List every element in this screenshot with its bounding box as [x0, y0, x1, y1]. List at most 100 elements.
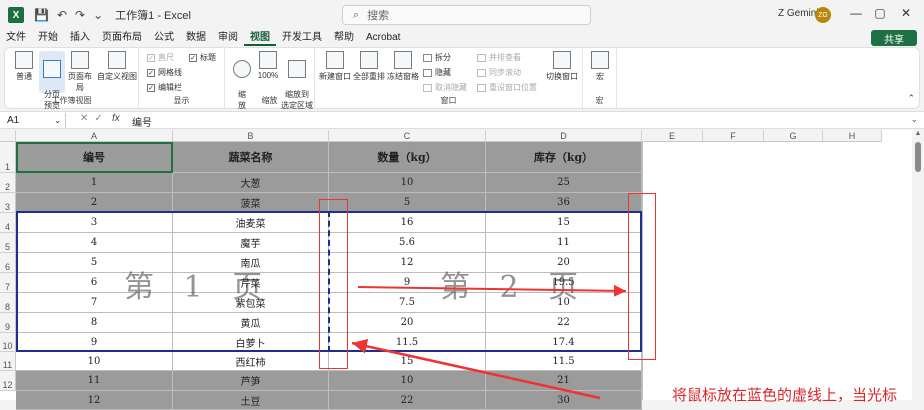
header-cell[interactable]: 库存（kg）: [486, 142, 642, 173]
column-header-f[interactable]: F: [703, 130, 764, 142]
header-cell[interactable]: 蔬菜名称: [173, 142, 329, 173]
chevron-down-icon[interactable]: ⌄: [54, 113, 61, 128]
tab-review[interactable]: 审阅: [212, 30, 244, 46]
table-cell[interactable]: 芦笋: [173, 371, 329, 391]
table-cell[interactable]: 15: [486, 213, 642, 233]
page-layout-view-button[interactable]: 页面布局: [65, 51, 95, 93]
reset-window-position-button[interactable]: 重设窗口位置: [477, 82, 537, 93]
tab-home[interactable]: 开始: [32, 30, 64, 46]
redo-icon[interactable]: ↷: [75, 8, 85, 22]
table-cell[interactable]: 20: [486, 253, 642, 273]
table-cell[interactable]: 10: [329, 371, 486, 391]
side-by-side-button[interactable]: 并排查看: [477, 52, 521, 63]
collapse-ribbon-icon[interactable]: ⌃: [907, 93, 915, 104]
share-button[interactable]: 共享: [871, 30, 917, 46]
table-cell[interactable]: 白萝卜: [173, 333, 329, 352]
row-header-5[interactable]: 5: [0, 233, 16, 253]
table-cell[interactable]: 11: [486, 233, 642, 253]
table-cell[interactable]: 10: [16, 352, 173, 371]
page-break-preview-button[interactable]: 分页 预览: [39, 51, 65, 110]
table-cell[interactable]: 22: [329, 391, 486, 410]
table-cell[interactable]: 36: [486, 193, 642, 213]
zoom-100-button[interactable]: 100%: [255, 51, 281, 80]
table-cell[interactable]: 22: [486, 313, 642, 333]
header-cell[interactable]: 编号: [16, 142, 173, 173]
search-box[interactable]: ⌕ 搜索: [342, 5, 591, 25]
column-header-d[interactable]: D: [486, 130, 642, 142]
table-cell[interactable]: 大葱: [173, 173, 329, 193]
switch-windows-button[interactable]: 切换窗口: [545, 51, 579, 82]
table-cell[interactable]: 菠菜: [173, 193, 329, 213]
normal-view-button[interactable]: 普通: [11, 51, 37, 82]
header-cell[interactable]: 数量（kg）: [329, 142, 486, 173]
custom-views-button[interactable]: 自定义视图: [97, 51, 137, 82]
formula-input[interactable]: 编号: [132, 114, 152, 129]
column-header-g[interactable]: G: [764, 130, 823, 142]
empty-sheet-area[interactable]: [642, 142, 912, 400]
table-cell[interactable]: 8: [16, 313, 173, 333]
tab-help[interactable]: 帮助: [328, 30, 360, 46]
table-cell[interactable]: 黄瓜: [173, 313, 329, 333]
table-cell[interactable]: 5: [16, 253, 173, 273]
formula-bar-checkbox[interactable]: ✓ 编辑栏: [147, 82, 182, 93]
table-cell[interactable]: 1: [16, 173, 173, 193]
table-cell[interactable]: 5: [329, 193, 486, 213]
row-header-2[interactable]: 2: [0, 173, 16, 193]
minimize-button[interactable]: —: [846, 6, 866, 20]
user-name[interactable]: Z Gemini: [778, 8, 819, 19]
cancel-icon[interactable]: ✕: [80, 113, 94, 124]
scroll-up-icon[interactable]: ▲: [912, 130, 924, 137]
worksheet-grid[interactable]: ABCDEFGH 1 2 3 4 5 6 7 8 9 10 11 12 编号 蔬菜名称 数量（kg） 库存（…: [0, 130, 924, 410]
tab-formulas[interactable]: 公式: [148, 30, 180, 46]
row-header-11[interactable]: 11: [0, 352, 16, 371]
hide-button[interactable]: 隐藏: [423, 67, 451, 78]
table-cell[interactable]: 西红柿: [173, 352, 329, 371]
table-cell[interactable]: 21: [486, 371, 642, 391]
undo-icon[interactable]: ↶: [57, 8, 67, 22]
table-cell[interactable]: 魔芋: [173, 233, 329, 253]
insert-function-button[interactable]: fx: [112, 113, 120, 124]
table-cell[interactable]: 2: [16, 193, 173, 213]
tab-file[interactable]: 文件: [0, 30, 32, 46]
row-header-6[interactable]: 6: [0, 253, 16, 273]
table-cell[interactable]: 油麦菜: [173, 213, 329, 233]
table-cell[interactable]: 5.6: [329, 233, 486, 253]
restore-button[interactable]: ▢: [870, 6, 890, 20]
arrange-all-button[interactable]: 全部重排: [353, 51, 385, 82]
select-all-corner[interactable]: [0, 130, 16, 142]
scroll-thumb[interactable]: [915, 142, 921, 172]
column-header-a[interactable]: A: [16, 130, 173, 142]
column-header-e[interactable]: E: [642, 130, 703, 142]
row-header-1[interactable]: 1: [0, 142, 16, 173]
table-cell[interactable]: 25: [486, 173, 642, 193]
new-window-button[interactable]: 新建窗口: [319, 51, 351, 82]
table-cell[interactable]: 11: [16, 371, 173, 391]
table-cell[interactable]: 16: [329, 213, 486, 233]
tab-page-layout[interactable]: 页面布局: [96, 30, 148, 46]
table-cell[interactable]: 30: [486, 391, 642, 410]
table-cell[interactable]: 15: [329, 352, 486, 371]
table-cell[interactable]: 17.4: [486, 333, 642, 352]
table-cell[interactable]: 10: [329, 173, 486, 193]
macros-button[interactable]: 宏: [587, 51, 613, 82]
row-header-3[interactable]: 3: [0, 193, 16, 213]
customize-toolbar-icon[interactable]: ⌄: [93, 8, 103, 22]
table-cell[interactable]: 紫包菜: [173, 293, 329, 313]
split-button[interactable]: 拆分: [423, 52, 451, 63]
headings-checkbox[interactable]: ✓ 标题: [189, 52, 216, 63]
table-cell[interactable]: 19.5: [486, 273, 642, 293]
freeze-panes-button[interactable]: 冻结窗格: [387, 51, 419, 82]
table-cell[interactable]: 10: [486, 293, 642, 313]
tab-data[interactable]: 数据: [180, 30, 212, 46]
tab-view[interactable]: 视图: [244, 30, 276, 46]
tab-acrobat[interactable]: Acrobat: [360, 30, 406, 46]
enter-icon[interactable]: ✓: [94, 113, 108, 124]
row-header-7[interactable]: 7: [0, 273, 16, 293]
save-icon[interactable]: 💾: [34, 8, 49, 22]
expand-formula-bar-icon[interactable]: ⌄: [910, 114, 918, 125]
vertical-scrollbar[interactable]: ▲: [912, 130, 924, 400]
row-header-4[interactable]: 4: [0, 213, 16, 233]
table-cell[interactable]: 11.5: [486, 352, 642, 371]
avatar[interactable]: ZG: [815, 7, 831, 23]
table-cell[interactable]: 4: [16, 233, 173, 253]
